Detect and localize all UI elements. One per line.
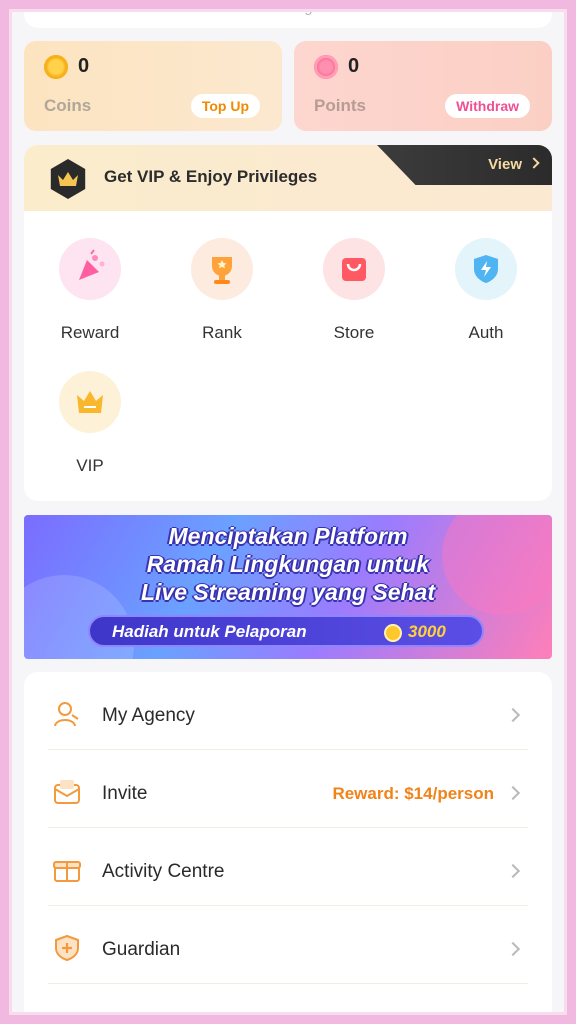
vip-crown-badge-icon <box>50 159 86 199</box>
promo-line-3: Live Streaming yang Sehat <box>141 579 435 605</box>
gift-box-icon <box>53 861 81 882</box>
vip-view-button[interactable]: View <box>377 145 552 185</box>
feature-auth[interactable]: Auth <box>420 238 552 343</box>
chevron-right-icon <box>505 863 521 879</box>
coin-icon <box>44 55 68 79</box>
party-popper-icon <box>59 238 121 300</box>
feature-rank[interactable]: Rank <box>156 238 288 343</box>
points-amount: 0 <box>348 55 360 77</box>
feature-reward[interactable]: Reward <box>24 238 156 343</box>
chevron-right-icon <box>528 157 540 169</box>
top-up-button[interactable]: Top Up <box>190 94 260 118</box>
promo-line-1: Menciptakan Platform <box>168 523 408 549</box>
feature-vip[interactable]: VIP <box>24 371 156 476</box>
coins-card[interactable]: 0 Coins Top Up <box>24 41 282 131</box>
vip-title: Get VIP & Enjoy Privileges <box>104 167 318 186</box>
vip-banner[interactable]: Get VIP & Enjoy Privileges View <box>24 145 552 211</box>
menu-item-my-agency[interactable]: My Agency <box>48 672 528 750</box>
menu-item-label: Activity Centre <box>102 861 225 882</box>
feature-store[interactable]: Store <box>288 238 420 343</box>
menu-item-activity-centre[interactable]: Activity Centre <box>48 828 528 906</box>
menu-list: My Agency Invite Reward: $14/person Acti… <box>24 672 552 1024</box>
feature-rank-label: Rank <box>202 323 242 342</box>
vip-privileges-card: Get VIP & Enjoy Privileges View Reward R… <box>24 145 552 501</box>
followers-label[interactable]: Followers <box>429 0 493 16</box>
coins-amount: 0 <box>78 55 90 77</box>
promo-reward-amount: 3000 <box>408 622 446 641</box>
following-label[interactable]: Following <box>249 0 312 16</box>
promo-reward-pill: Hadiah untuk Pelaporan 3000 <box>88 615 484 647</box>
menu-item-label: Guardian <box>102 939 181 960</box>
withdraw-button[interactable]: Withdraw <box>445 94 530 118</box>
feature-vip-label: VIP <box>76 456 104 475</box>
menu-item-label: Invite <box>102 783 148 804</box>
invite-envelope-icon <box>54 780 80 804</box>
coin-icon <box>384 624 402 642</box>
promo-banner[interactable]: Menciptakan Platform Ramah Lingkungan un… <box>24 515 552 659</box>
coins-label: Coins <box>44 96 92 115</box>
chevron-right-icon <box>505 707 521 723</box>
feature-auth-label: Auth <box>468 323 504 342</box>
friends-label[interactable]: Friends <box>82 0 132 16</box>
trophy-icon <box>191 238 253 300</box>
crown-icon <box>59 371 121 433</box>
points-label: Points <box>314 96 366 115</box>
promo-line-2: Ramah Lingkungan untuk <box>146 551 430 577</box>
feature-store-label: Store <box>333 323 375 342</box>
shopping-bag-icon <box>323 238 385 300</box>
menu-item-label: My Agency <box>102 705 195 726</box>
vip-view-label: View <box>488 156 522 173</box>
guardian-shield-icon <box>55 934 79 962</box>
feature-reward-label: Reward <box>60 323 120 342</box>
agency-user-icon <box>54 702 79 727</box>
invite-reward-text: Reward: $14/person <box>332 784 494 803</box>
points-icon <box>314 55 338 79</box>
chevron-right-icon <box>505 785 521 801</box>
chevron-right-icon <box>505 941 521 957</box>
social-stats-card: Friends Following Followers <box>24 0 552 28</box>
shield-bolt-icon <box>455 238 517 300</box>
points-card[interactable]: 0 Points Withdraw <box>294 41 552 131</box>
menu-item-guardian[interactable]: Guardian <box>48 906 528 984</box>
promo-reward-text: Hadiah untuk Pelaporan <box>112 622 307 641</box>
menu-item-invite[interactable]: Invite Reward: $14/person <box>48 750 528 828</box>
